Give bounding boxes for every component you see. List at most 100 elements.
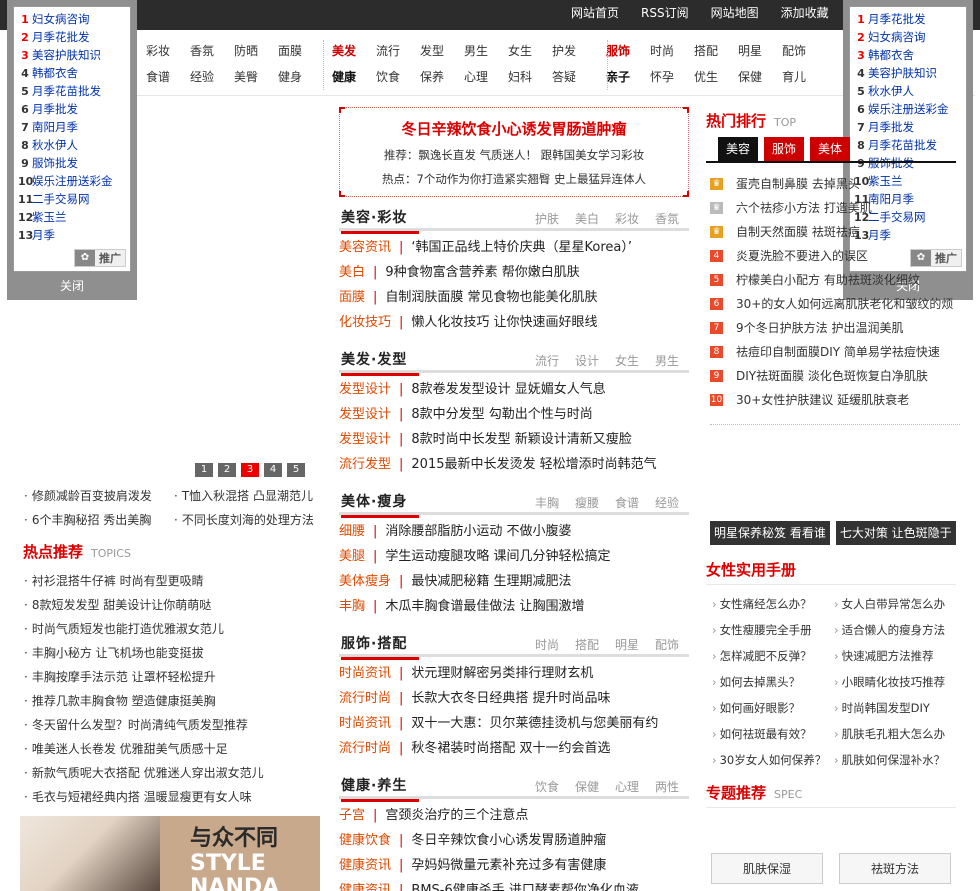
category-link[interactable]: 经验 — [180, 64, 224, 90]
list-item[interactable]: 适合懒人的瘦身方法 — [834, 617, 956, 643]
category-link[interactable]: 流行 — [366, 38, 410, 64]
article-category[interactable]: 细腰 — [339, 524, 365, 539]
section-tag-link[interactable]: 丰胸 — [535, 494, 559, 511]
list-item[interactable]: ♛ 蛋壳自制鼻膜 去掉黑头 — [710, 172, 960, 196]
article-category[interactable]: 发型设计 — [339, 382, 391, 397]
list-item[interactable]: T恤入秋混搭 凸显潮范儿 — [174, 484, 324, 508]
section-title[interactable]: 美容·彩妆 — [341, 207, 420, 234]
list-item[interactable]: 衬衫混搭牛仔裤 时尚有型更吸睛 — [24, 569, 324, 593]
list-item[interactable]: 不同长度刘海的处理方法 — [174, 508, 324, 532]
list-item[interactable]: 小眼睛化妆技巧推荐 — [834, 669, 956, 695]
rank-item[interactable]: 5 月季花苗批发 — [14, 82, 130, 100]
category-link[interactable]: 心理 — [454, 64, 498, 90]
section-tag-link[interactable]: 两性 — [655, 778, 679, 795]
headline-recommend[interactable]: 推荐：飘逸长直发 气质迷人！ 跟韩国美女学习彩妆 — [340, 147, 688, 163]
spec-button[interactable]: 肌肤保湿 — [711, 853, 823, 884]
article-link[interactable]: 状元理财解密另类排行理财玄机 — [411, 666, 593, 681]
rank-item[interactable]: 2 妇女病咨询 — [850, 28, 966, 46]
category-link[interactable]: 男生 — [454, 38, 498, 64]
list-item[interactable]: 30岁女人如何保养？ — [712, 747, 834, 773]
list-item[interactable]: 怎样减肥不反弹？ — [712, 643, 834, 669]
list-item[interactable]: ♛ 六个祛疹小方法 打造美肌 — [710, 196, 960, 220]
article-link[interactable]: BMS-6健康杀手 进口酵素帮你净化血液 — [411, 883, 638, 891]
section-tag-link[interactable]: 搭配 — [575, 636, 599, 653]
article-category[interactable]: 时尚资讯 — [339, 716, 391, 731]
category-link[interactable]: 彩妆 — [136, 38, 180, 64]
article-link[interactable]: 长款大衣冬日经典搭 提升时尚品味 — [411, 691, 610, 706]
rank-item[interactable]: 4 美容护肤知识 — [850, 64, 966, 82]
category-link[interactable]: 健身 — [268, 64, 312, 90]
article-link[interactable]: 8款时尚中长发型 新颖设计清新又瘦脸 — [411, 432, 631, 447]
article-category[interactable]: 化妆技巧 — [339, 315, 391, 330]
list-item[interactable]: 肌肤毛孔粗大怎么办 — [834, 721, 956, 747]
category-link[interactable]: 答疑 — [542, 64, 586, 90]
article-link[interactable]: 8款中分发型 勾勒出个性与时尚 — [411, 407, 592, 422]
article-category[interactable]: 流行时尚 — [339, 741, 391, 756]
category-link[interactable]: 美臀 — [224, 64, 268, 90]
section-tag-link[interactable]: 瘦腰 — [575, 494, 599, 511]
category-link[interactable]: 饮食 — [366, 64, 410, 90]
list-item[interactable]: 冬天留什么发型？时尚清纯气质发型推荐 — [24, 713, 324, 737]
section-tag-link[interactable]: 保健 — [575, 778, 599, 795]
section-tag-link[interactable]: 护肤 — [535, 210, 559, 227]
list-item[interactable]: 时尚韩国发型DIY — [834, 695, 956, 721]
article-link[interactable]: 8款卷发发型设计 显妩媚女人气息 — [411, 382, 605, 397]
list-item[interactable]: 时尚气质短发也能打造优雅淑女范儿 — [24, 617, 324, 641]
rank-item[interactable]: 13月季 — [14, 226, 130, 244]
section-tag-link[interactable]: 流行 — [535, 352, 559, 369]
section-tag-link[interactable]: 配饰 — [655, 636, 679, 653]
section-tag-link[interactable]: 男生 — [655, 352, 679, 369]
section-tag-link[interactable]: 彩妆 — [615, 210, 639, 227]
category-link[interactable]: 优生 — [684, 64, 728, 90]
article-link[interactable]: 自制润肤面膜 常见食物也能美化肌肤 — [385, 290, 597, 305]
category-link[interactable]: 香氛 — [180, 38, 224, 64]
headline-title[interactable]: 冬日辛辣饮食小心诱发胃肠道肿瘤 — [340, 118, 688, 139]
spec-button[interactable]: 祛斑方法 — [839, 853, 951, 884]
rank-item[interactable]: 8 秋水伊人 — [14, 136, 130, 154]
top-link-rss[interactable]: RSS订阅 — [630, 0, 700, 30]
section-title[interactable]: 美体·瘦身 — [341, 491, 420, 518]
list-item[interactable]: 8 祛痘印自制面膜DIY 简单易学祛痘快速 — [710, 340, 960, 364]
article-category[interactable]: 时尚资讯 — [339, 666, 391, 681]
list-item[interactable]: 新款气质呢大衣搭配 优雅迷人穿出淑女范儿 — [24, 761, 324, 785]
slider-page-button[interactable]: 4 — [264, 463, 282, 477]
article-category[interactable]: 健康饮食 — [339, 833, 391, 848]
section-tag-link[interactable]: 美白 — [575, 210, 599, 227]
list-item[interactable]: 女性瘦腰完全手册 — [712, 617, 834, 643]
rank-item[interactable]: 9 服饰批发 — [14, 154, 130, 172]
article-link[interactable]: 学生运动瘦腿攻略 课间几分钟轻松搞定 — [385, 549, 610, 564]
category-link[interactable]: 健康 — [322, 64, 366, 90]
article-link[interactable]: 秋冬裙装时尚搭配 双十一约会首选 — [411, 741, 610, 756]
category-link[interactable]: 食谱 — [136, 64, 180, 90]
top-link-sitemap[interactable]: 网站地图 — [700, 0, 770, 30]
article-category[interactable]: 流行时尚 — [339, 691, 391, 706]
section-tag-link[interactable]: 女生 — [615, 352, 639, 369]
list-item[interactable]: 8款短发发型 甜美设计让你萌萌哒 — [24, 593, 324, 617]
list-item[interactable]: 如何画好眼影？ — [712, 695, 834, 721]
article-category[interactable]: 发型设计 — [339, 407, 391, 422]
promo-button[interactable]: 明星保养秘笈 看看谁 — [710, 521, 830, 545]
article-category[interactable]: 健康资讯 — [339, 883, 391, 891]
category-link[interactable]: 防晒 — [224, 38, 268, 64]
list-item[interactable]: 推荐几款丰胸食物 塑造健康挺美胸 — [24, 689, 324, 713]
rank-item[interactable]: 12紫玉兰 — [14, 208, 130, 226]
tab-2[interactable]: 美体 — [810, 137, 851, 161]
category-link[interactable]: 配饰 — [772, 38, 816, 64]
article-link[interactable]: ‘韩国正品线上特价庆典（星星Korea）’ — [411, 240, 632, 255]
article-category[interactable]: 美容资讯 — [339, 240, 391, 255]
rank-item[interactable]: 6 娱乐注册送彩金 — [850, 100, 966, 118]
rank-item[interactable]: 2 月季花批发 — [14, 28, 130, 46]
list-item[interactable]: 7 9个冬日护肤方法 护出温润美肌 — [710, 316, 960, 340]
article-category[interactable]: 发型设计 — [339, 432, 391, 447]
article-category[interactable]: 美腿 — [339, 549, 365, 564]
article-link[interactable]: 冬日辛辣饮食小心诱发胃肠道肿瘤 — [411, 833, 606, 848]
section-tag-link[interactable]: 经验 — [655, 494, 679, 511]
category-link[interactable]: 美发 — [322, 38, 366, 64]
section-tag-link[interactable]: 饮食 — [535, 778, 559, 795]
list-item[interactable]: 6 30+的女人如何远离肌肤老化和皱纹的烦 — [710, 292, 960, 316]
section-tag-link[interactable]: 心理 — [615, 778, 639, 795]
rank-item[interactable]: 6 月季批发 — [14, 100, 130, 118]
section-tag-link[interactable]: 明星 — [615, 636, 639, 653]
section-tag-link[interactable]: 设计 — [575, 352, 599, 369]
category-link[interactable]: 育儿 — [772, 64, 816, 90]
